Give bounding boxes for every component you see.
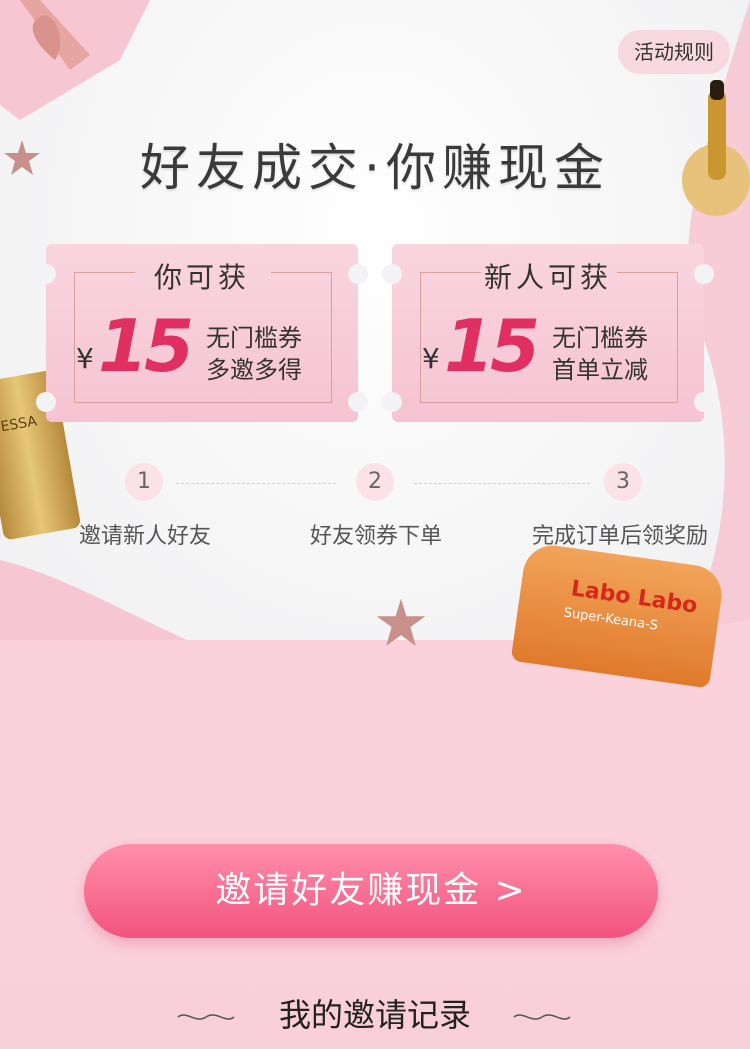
step-connector xyxy=(414,483,590,484)
coupon-line2: 多邀多得 xyxy=(206,356,302,384)
step-number: 1 xyxy=(125,463,163,501)
activity-rules-button[interactable]: 活动规则 xyxy=(618,30,730,74)
ticket-notch xyxy=(382,392,402,412)
gift-box-decoration xyxy=(0,0,150,120)
step-label: 邀请新人好友 xyxy=(78,524,211,549)
step-label: 好友领券下单 xyxy=(309,524,442,549)
invite-page: ESSA Labo Labo Super-Keana-S 活动规则 好友成交·你… xyxy=(0,0,750,1049)
coupon-card-newcomer: 新人可获 ¥ 15 无门槛券 首单立减 xyxy=(382,244,714,422)
coupon-heading: 你可获 xyxy=(153,261,250,294)
swirl-ornament-icon xyxy=(513,1014,571,1020)
ticket-notch xyxy=(36,392,56,412)
ticket-notch xyxy=(694,392,714,412)
step-number: 3 xyxy=(604,463,642,501)
step-label: 完成订单后领奖励 xyxy=(531,524,708,549)
ticket-notch xyxy=(348,392,368,412)
coupon-line2: 首单立减 xyxy=(552,356,648,384)
coupon-amount: 15 xyxy=(444,304,540,388)
coupon-line1: 无门槛券 xyxy=(206,324,302,352)
sunscreen-brand-label: ESSA xyxy=(0,413,39,436)
step-connector xyxy=(176,483,336,484)
page-title: 好友成交·你赚现金 xyxy=(140,139,610,197)
coupon-card-inviter: 你可获 ¥ 15 无门槛券 多邀多得 xyxy=(36,244,368,422)
step-number: 2 xyxy=(356,463,394,501)
coupon-currency: ¥ xyxy=(422,342,440,375)
coupon-amount: 15 xyxy=(98,304,194,388)
star-icon xyxy=(376,598,426,646)
coupon-line1: 无门槛券 xyxy=(552,324,648,352)
coupon-currency: ¥ xyxy=(76,342,94,375)
invite-friends-button[interactable]: 邀请好友赚现金 > xyxy=(84,844,658,938)
coupon-heading: 新人可获 xyxy=(483,261,612,294)
invite-records-title[interactable]: 我的邀请记录 xyxy=(0,990,750,1036)
